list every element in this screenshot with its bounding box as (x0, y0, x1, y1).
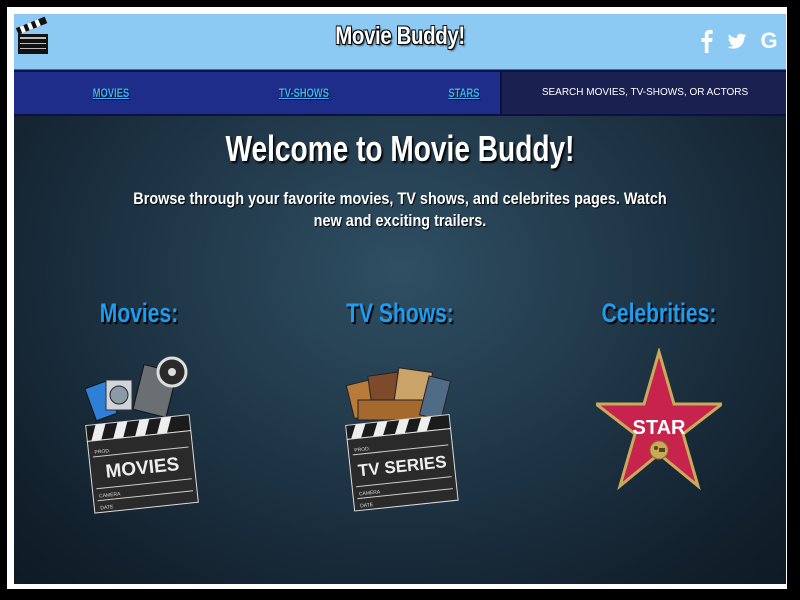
page: Movie Buddy! G MOVIES TV-SHOWS STARS SEA… (14, 14, 786, 584)
main-nav: MOVIES TV-SHOWS STARS SEARCH MOVIES, TV-… (14, 70, 786, 116)
search-placeholder: SEARCH MOVIES, TV-SHOWS, OR ACTORS (541, 87, 749, 98)
category-title-celebrities[interactable]: Celebrities: (581, 298, 737, 329)
google-icon[interactable]: G (758, 29, 780, 53)
tv-series-clapperboard-image[interactable]: PROD. TV SERIES CAMERA DATE (340, 354, 460, 514)
search-input[interactable]: SEARCH MOVIES, TV-SHOWS, OR ACTORS (500, 72, 786, 114)
celebrity-star-image[interactable]: STAR (596, 348, 722, 518)
category-title-tv-shows[interactable]: TV Shows: (322, 298, 478, 329)
facebook-icon[interactable] (696, 29, 718, 53)
site-title[interactable]: Movie Buddy! (83, 22, 716, 51)
movies-clapperboard-image[interactable]: PROD. MOVIES CAMERA DATE (76, 344, 206, 514)
header: Movie Buddy! G (14, 14, 786, 70)
category-title-movies[interactable]: Movies: (61, 298, 217, 329)
nav-item-stars[interactable]: STARS (441, 72, 488, 114)
clapperboard-logo-icon[interactable] (16, 16, 52, 58)
page-title: Welcome to Movie Buddy! (225, 128, 575, 169)
star-image-text: STAR (633, 417, 687, 439)
page-description: Browse through your favorite movies, TV … (133, 189, 667, 230)
nav-item-tv-shows[interactable]: TV-SHOWS (273, 72, 335, 114)
nav-item-movies[interactable]: MOVIES (84, 72, 139, 114)
twitter-icon[interactable] (726, 29, 748, 53)
